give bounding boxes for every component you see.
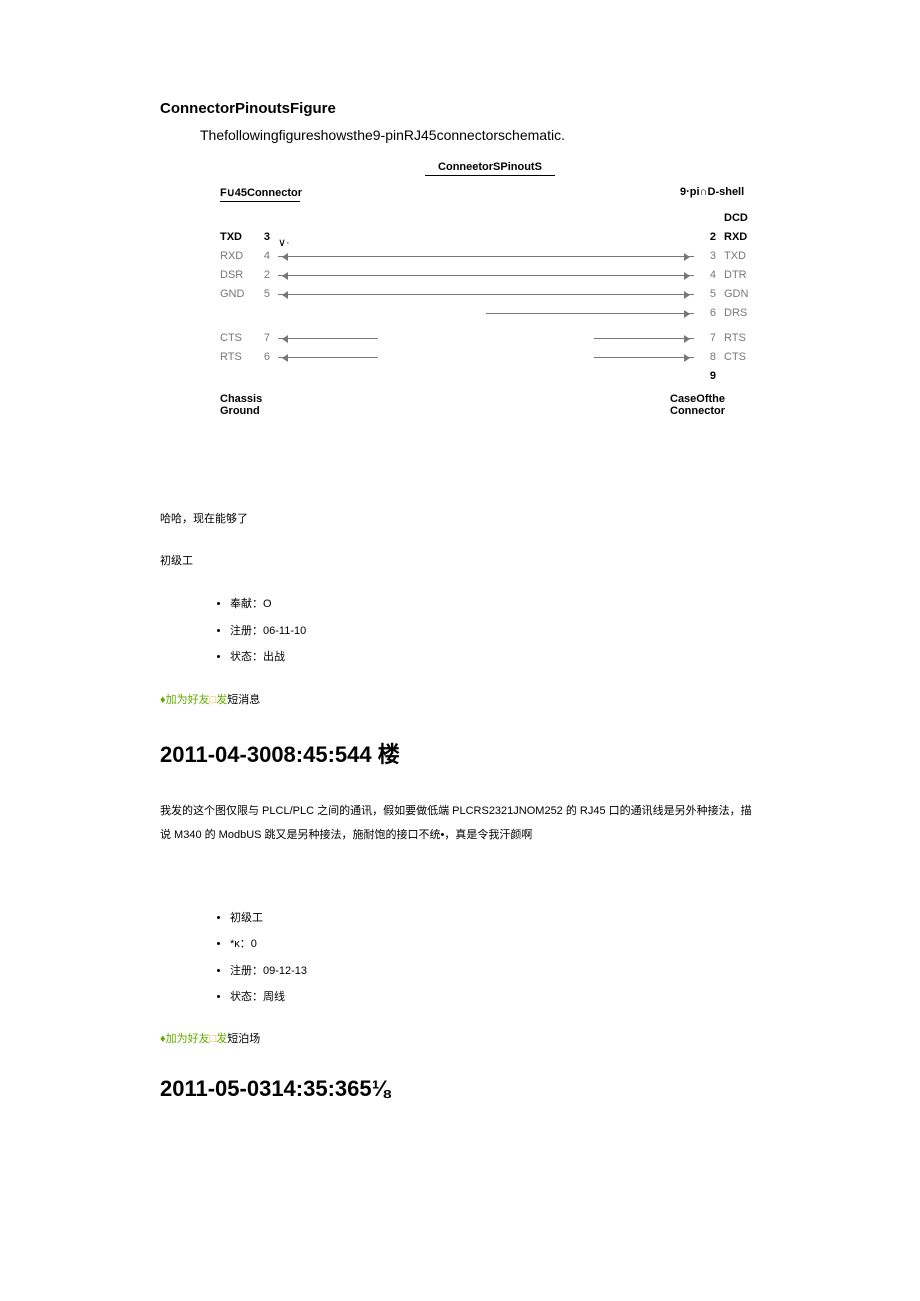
reply-text: 哈哈，现在能够了	[160, 507, 760, 531]
user-actions: ♦加为好友□发短泊场	[160, 1030, 760, 1046]
user-info-list: 初级工 *κ：0 注册：09-12-13 状态：周线	[160, 905, 760, 1011]
intro-text: Thefollowingfigureshowsthe9-pinRJ45conne…	[200, 127, 760, 143]
msg-label: 短消息	[227, 694, 260, 706]
add-friend-link[interactable]: 加为好友	[166, 694, 210, 706]
section-title: ConnectorPinoutsFigure	[160, 100, 760, 117]
post-heading: 2011-05-0314:35:365⅛	[160, 1076, 760, 1102]
list-item: 注册：06-11-10	[230, 618, 760, 644]
post-heading: 2011-04-3008:45:544 楼	[160, 737, 760, 769]
pin-row: RTS6 8CTS	[220, 347, 760, 366]
diagram-right-header: 9·pi∩D-shell	[680, 186, 760, 202]
pin-row: RXD4 3TXD	[220, 246, 760, 265]
pin-row: 6DRS	[220, 303, 760, 322]
list-item: 初级工	[230, 905, 760, 931]
user-rank: 初级工	[160, 549, 760, 573]
diagram-footer-left: Chassis Ground	[220, 393, 300, 417]
send-link[interactable]: 发	[216, 694, 227, 706]
pin-row: DCD	[220, 208, 760, 227]
list-item: 注册：09-12-13	[230, 958, 760, 984]
diagram-footer-right: CaseOfthe Connector	[670, 393, 760, 417]
list-item: *κ：0	[230, 931, 760, 957]
add-friend-link[interactable]: 加为好友	[166, 1033, 210, 1045]
diagram-left-header: F∪45Connector	[220, 186, 300, 202]
send-link[interactable]: 发	[216, 1033, 227, 1045]
pin-row: CTS7 7RTS	[220, 328, 760, 347]
diagram-title: ConneetorSPinoutS	[425, 161, 555, 176]
pin-row: 9	[220, 366, 760, 385]
user-actions: ♦加为好友□发短消息	[160, 691, 760, 707]
list-item: 状态：出战	[230, 644, 760, 670]
pin-row: TXD3 ∨· 2RXD	[220, 227, 760, 246]
post-body: 我发的这个图仅限与 PLCL/PLC 之间的通讯，假如要做低端 PLCRS232…	[160, 799, 760, 847]
pin-row: DSR2 4DTR	[220, 265, 760, 284]
user-info-list: 奉献：O 注册：06-11-10 状态：出战	[160, 591, 760, 670]
pinout-diagram: ConneetorSPinoutS F∪45Connector 9·pi∩D-s…	[220, 161, 760, 417]
list-item: 状态：周线	[230, 984, 760, 1010]
pin-row: GND5 5GDN	[220, 284, 760, 303]
msg-label: 短泊场	[227, 1033, 260, 1045]
list-item: 奉献：O	[230, 591, 760, 617]
